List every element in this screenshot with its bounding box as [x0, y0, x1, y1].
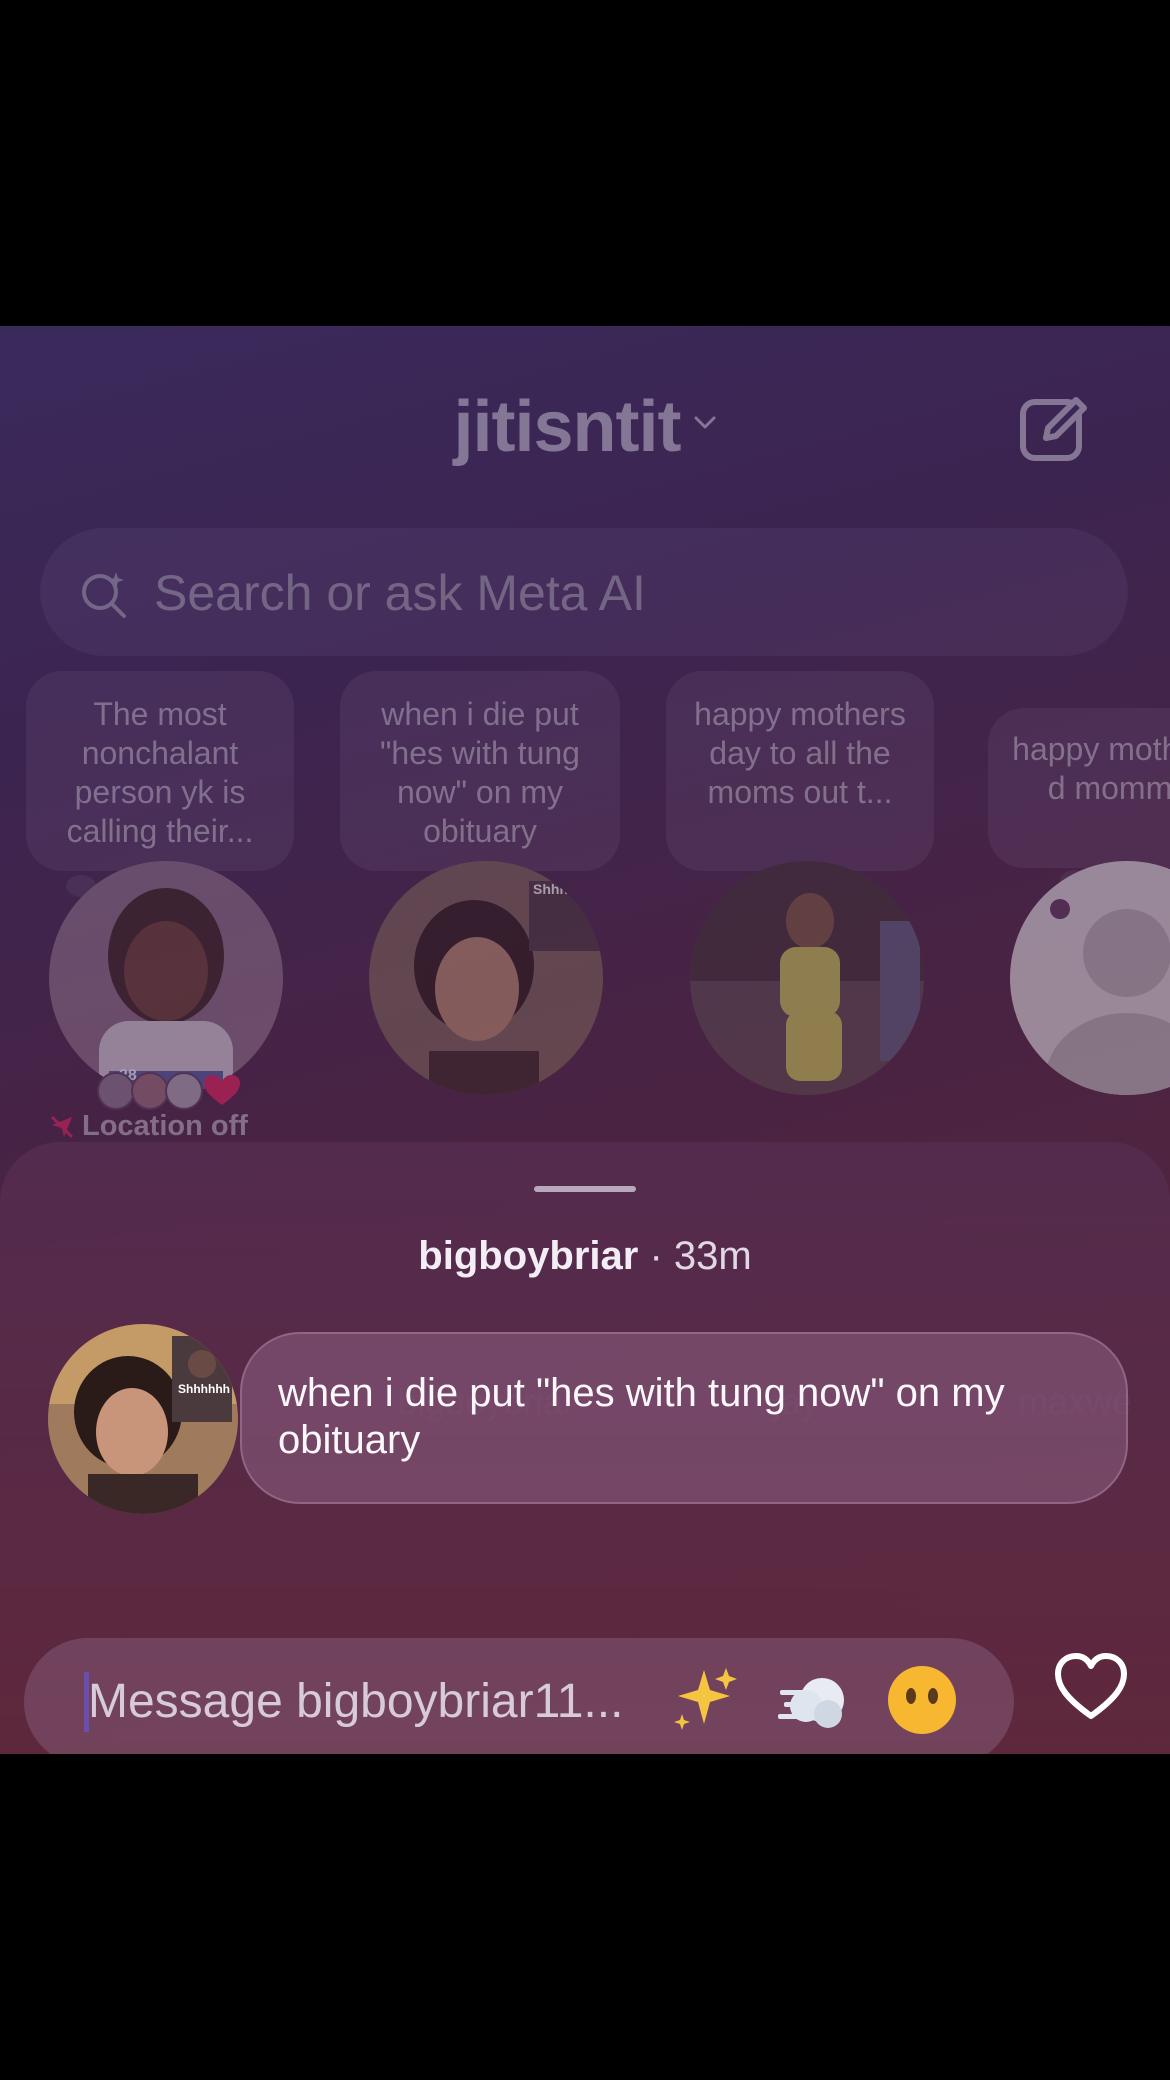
avatar: Shhhhhh: [369, 861, 603, 1095]
dash-reaction-icon[interactable]: [776, 1662, 852, 1738]
sheet-header: bigboybriar · 33m: [0, 1234, 1170, 1279]
note-tail: [1050, 899, 1070, 919]
notes-screen: jitisntit Search or ask Meta AI The most…: [0, 326, 1170, 1754]
note-bubble: when i die put "hes with tung now" on my…: [340, 671, 620, 871]
message-input[interactable]: Message bigboybriar11...: [88, 1674, 623, 1729]
no-mouth-face-reaction-icon[interactable]: [884, 1662, 960, 1738]
avatar: [690, 861, 924, 1095]
sheet-grabber[interactable]: [534, 1186, 636, 1192]
compose-icon[interactable]: [1018, 392, 1092, 466]
sheet-username[interactable]: bigboybriar: [418, 1234, 638, 1278]
note-item-bigboybriar[interactable]: when i die put "hes with tung now" on my…: [340, 671, 640, 1422]
avatar: 28: [49, 861, 283, 1095]
note-text-bubble: when i die put "hes with tung now" on my…: [240, 1332, 1128, 1504]
location-off-icon: [50, 1116, 74, 1139]
search-input[interactable]: Search or ask Meta AI: [154, 564, 646, 622]
account-username: jitisntit: [453, 387, 682, 467]
note-bubble: happy mothers day to all the moms out t.…: [666, 671, 934, 871]
note-bubble: happy mothers d mommy: [988, 708, 1170, 868]
inbox-background: jitisntit Search or ask Meta AI The most…: [0, 326, 1170, 1422]
note-item-jay[interactable]: happy mothers day to all the moms out t.…: [666, 671, 966, 1422]
sparkles-reaction-icon[interactable]: [668, 1662, 744, 1738]
note-item-own[interactable]: The most nonchalant person yk is calling…: [26, 671, 326, 1131]
note-bubble: The most nonchalant person yk is calling…: [26, 671, 294, 871]
account-switcher[interactable]: jitisntit: [0, 386, 1170, 468]
sheet-time: · 33m: [649, 1234, 752, 1278]
avatar[interactable]: Shhhhhh: [48, 1324, 238, 1514]
note-detail-sheet: bigboybriar · 33m Shhhhhh when i die put…: [0, 1142, 1170, 1754]
search-bar[interactable]: Search or ask Meta AI: [40, 528, 1128, 656]
avatar: [1010, 861, 1170, 1095]
message-composer[interactable]: Message bigboybriar11...: [24, 1638, 1014, 1754]
chevron-down-icon: [694, 416, 716, 429]
location-label: Location off: [82, 1110, 248, 1142]
location-status[interactable]: Location off: [50, 1110, 248, 1143]
meta-ai-search-icon: [82, 572, 126, 618]
note-item-maxwe[interactable]: happy mothers d mommy maxwe: [988, 708, 1170, 1422]
avatar-overlay-text: Shhhhhh: [533, 881, 594, 897]
avatar-overlay-text: Shhhhhh: [178, 1382, 230, 1396]
heart-icon: [204, 1075, 240, 1105]
like-heart-icon[interactable]: [1054, 1650, 1128, 1724]
